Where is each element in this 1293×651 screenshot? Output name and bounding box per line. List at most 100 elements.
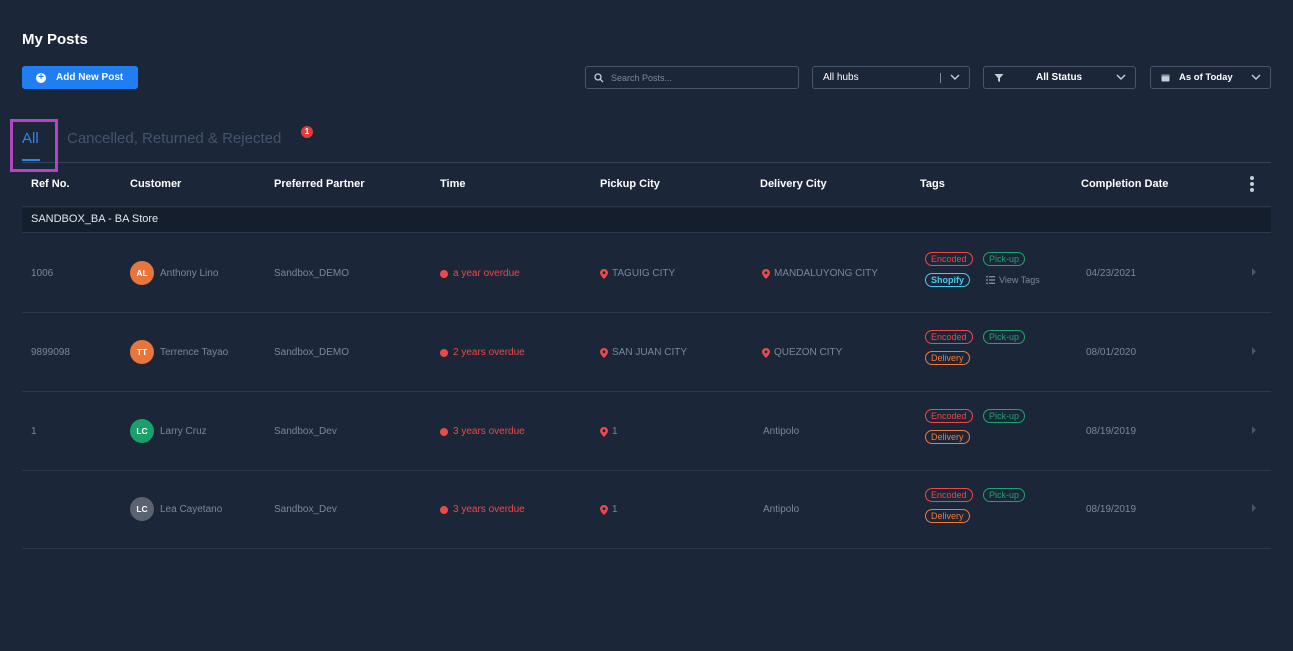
hubs-dropdown[interactable]: All hubs bbox=[812, 66, 970, 89]
time-text: 3 years overdue bbox=[453, 504, 525, 515]
table-row[interactable]: 9899098 TT Terrence Tayao Sandbox_DEMO 2… bbox=[22, 313, 1271, 392]
view-tags-link[interactable]: View Tags bbox=[986, 275, 1040, 285]
map-pin-icon bbox=[600, 426, 608, 437]
chevron-right-icon[interactable] bbox=[1251, 426, 1257, 434]
header-delivery-city[interactable]: Delivery City bbox=[760, 178, 827, 190]
customer-name: Anthony Lino bbox=[160, 268, 219, 279]
customer-name: Lea Cayetano bbox=[160, 504, 223, 515]
search-input[interactable] bbox=[611, 72, 791, 83]
tag-delivery: Delivery bbox=[925, 430, 970, 444]
ref-no: 9899098 bbox=[31, 347, 70, 358]
completion-date: 08/19/2019 bbox=[1086, 426, 1137, 437]
tag-encoded: Encoded bbox=[925, 330, 973, 344]
avatar: LC bbox=[130, 497, 154, 521]
more-options-icon[interactable] bbox=[1250, 176, 1254, 192]
delivery-city: MANDALUYONG CITY bbox=[762, 268, 878, 279]
header-ref-no[interactable]: Ref No. bbox=[31, 178, 70, 190]
notification-badge: 1 bbox=[301, 126, 313, 138]
dropdown-separator bbox=[940, 73, 941, 83]
tab-all[interactable]: All bbox=[22, 130, 39, 147]
time-text: 3 years overdue bbox=[453, 426, 525, 437]
tab-bar: All Cancelled, Returned & Rejected 1 bbox=[22, 126, 1271, 163]
time-status: 3 years overdue bbox=[440, 426, 525, 437]
view-tags-label: View Tags bbox=[999, 275, 1040, 285]
pickup-city-text: SAN JUAN CITY bbox=[612, 347, 688, 358]
date-value: As of Today bbox=[1179, 72, 1233, 83]
time-status: a year overdue bbox=[440, 268, 520, 279]
preferred-partner: Sandbox_Dev bbox=[274, 504, 337, 515]
group-row: SANDBOX_BA - BA Store bbox=[22, 208, 1271, 233]
overdue-dot-icon bbox=[440, 427, 448, 436]
page-title: My Posts bbox=[22, 31, 88, 48]
chevron-right-icon[interactable] bbox=[1251, 504, 1257, 512]
delivery-city: Antipolo bbox=[763, 504, 800, 515]
map-pin-icon bbox=[600, 347, 608, 358]
map-pin-icon bbox=[600, 504, 608, 515]
pickup-city-text: TAGUIG CITY bbox=[612, 268, 676, 279]
pickup-city-text: 1 bbox=[612, 426, 618, 437]
tag-pickup: Pick-up bbox=[983, 330, 1026, 344]
pickup-city-text: 1 bbox=[612, 504, 618, 515]
filter-icon bbox=[994, 73, 1004, 82]
map-pin-icon bbox=[762, 268, 770, 279]
ref-no: 1006 bbox=[31, 268, 54, 279]
time-text: 2 years overdue bbox=[453, 347, 525, 358]
table-row[interactable]: LC Lea Cayetano Sandbox_Dev 3 years over… bbox=[22, 470, 1271, 549]
status-value: All Status bbox=[1036, 72, 1083, 83]
header-preferred-partner[interactable]: Preferred Partner bbox=[274, 178, 365, 190]
map-pin-icon bbox=[600, 268, 608, 279]
avatar: AL bbox=[130, 261, 154, 285]
tab-active-underline bbox=[22, 159, 40, 161]
plus-circle-icon: + bbox=[36, 72, 46, 83]
completion-date: 04/23/2021 bbox=[1086, 268, 1137, 279]
add-new-post-label: Add New Post bbox=[56, 72, 124, 83]
table-row[interactable]: 1006 AL Anthony Lino Sandbox_DEMO a year… bbox=[22, 234, 1271, 313]
chevron-right-icon[interactable] bbox=[1251, 268, 1257, 276]
header-pickup-city[interactable]: Pickup City bbox=[600, 178, 660, 190]
tag-encoded: Encoded bbox=[925, 409, 973, 423]
header-time[interactable]: Time bbox=[440, 178, 465, 190]
completion-date: 08/19/2019 bbox=[1086, 504, 1137, 515]
table-header: Ref No. Customer Preferred Partner Time … bbox=[22, 163, 1271, 207]
header-completion-date[interactable]: Completion Date bbox=[1081, 178, 1168, 190]
pickup-city: 1 bbox=[600, 504, 618, 515]
table-row[interactable]: 1 LC Larry Cruz Sandbox_Dev 3 years over… bbox=[22, 392, 1271, 471]
chevron-right-icon[interactable] bbox=[1251, 347, 1257, 355]
preferred-partner: Sandbox_DEMO bbox=[274, 268, 350, 279]
add-new-post-button[interactable]: + Add New Post bbox=[22, 66, 138, 89]
status-dropdown[interactable]: All Status bbox=[983, 66, 1136, 89]
tag-encoded: Encoded bbox=[925, 488, 973, 502]
customer-name: Larry Cruz bbox=[160, 426, 207, 437]
tag-delivery: Delivery bbox=[925, 351, 970, 365]
header-customer[interactable]: Customer bbox=[130, 178, 181, 190]
tab-cancelled-returned-rejected[interactable]: Cancelled, Returned & Rejected bbox=[67, 130, 281, 147]
map-pin-icon bbox=[762, 347, 770, 358]
pickup-city: SAN JUAN CITY bbox=[600, 347, 687, 358]
header-tags[interactable]: Tags bbox=[920, 178, 945, 190]
search-box[interactable] bbox=[585, 66, 799, 89]
chevron-down-icon bbox=[950, 74, 960, 80]
tag-encoded: Encoded bbox=[925, 252, 973, 266]
hubs-value: All hubs bbox=[823, 72, 859, 83]
time-text: a year overdue bbox=[453, 268, 520, 279]
overdue-dot-icon bbox=[440, 348, 448, 357]
delivery-city: QUEZON CITY bbox=[762, 347, 842, 358]
avatar: LC bbox=[130, 419, 154, 443]
tag-shopify: Shopify bbox=[925, 273, 970, 287]
tag-pickup: Pick-up bbox=[983, 488, 1026, 502]
pickup-city: 1 bbox=[600, 426, 618, 437]
ref-no: 1 bbox=[31, 426, 37, 437]
search-icon bbox=[594, 72, 604, 82]
preferred-partner: Sandbox_Dev bbox=[274, 426, 337, 437]
pickup-city: TAGUIG CITY bbox=[600, 268, 675, 279]
date-dropdown[interactable]: As of Today bbox=[1150, 66, 1271, 89]
avatar: TT bbox=[130, 340, 154, 364]
delivery-city-text: MANDALUYONG CITY bbox=[774, 268, 878, 279]
completion-date: 08/01/2020 bbox=[1086, 347, 1137, 358]
list-icon bbox=[986, 276, 995, 284]
tag-pickup: Pick-up bbox=[983, 252, 1026, 266]
delivery-city-text: QUEZON CITY bbox=[774, 347, 843, 358]
delivery-city: Antipolo bbox=[763, 426, 800, 437]
chevron-down-icon bbox=[1116, 74, 1126, 80]
chevron-down-icon bbox=[1251, 74, 1261, 80]
